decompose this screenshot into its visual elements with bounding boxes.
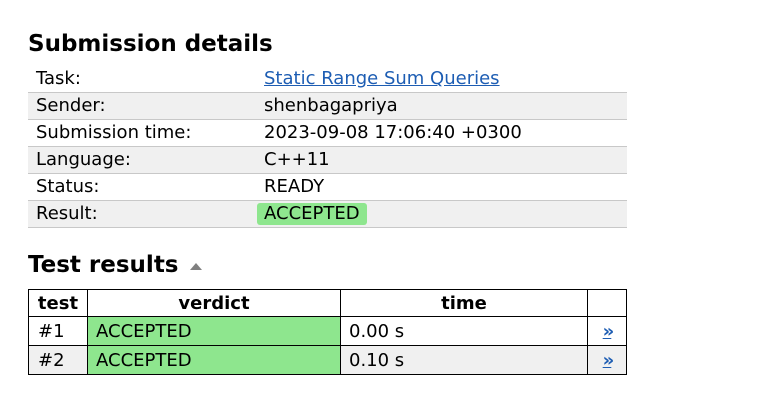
- sender-row: Sender: shenbagapriya: [28, 92, 627, 120]
- double-chevron-right-icon[interactable]: »: [603, 350, 615, 371]
- test-details-cell: »: [587, 316, 627, 346]
- column-header-test: test: [28, 289, 88, 317]
- test-results-heading[interactable]: Test results: [28, 251, 202, 279]
- test-time: 0.10 s: [340, 345, 588, 375]
- test-time: 0.00 s: [340, 316, 588, 346]
- column-header-verdict: verdict: [87, 289, 341, 317]
- column-header-link: [587, 289, 627, 317]
- submission-time-row: Submission time: 2023-09-08 17:06:40 +03…: [28, 119, 627, 147]
- sender-value: shenbagapriya: [256, 92, 627, 120]
- status-value: READY: [256, 173, 627, 201]
- test-details-cell: »: [587, 345, 627, 375]
- task-link[interactable]: Static Range Sum Queries: [264, 68, 500, 89]
- test-verdict: ACCEPTED: [87, 316, 341, 346]
- task-value: Static Range Sum Queries: [256, 66, 627, 93]
- status-row: Status: READY: [28, 173, 627, 201]
- submission-details-table: Task: Static Range Sum Queries Sender: s…: [28, 66, 627, 228]
- result-status-badge: ACCEPTED: [257, 203, 367, 225]
- result-label: Result:: [28, 200, 256, 228]
- language-row: Language: C++11: [28, 146, 627, 174]
- status-label: Status:: [28, 173, 256, 201]
- double-chevron-right-icon[interactable]: »: [603, 321, 615, 342]
- result-value: ACCEPTED: [256, 200, 627, 228]
- result-row: Result: ACCEPTED: [28, 200, 627, 228]
- language-value: C++11: [256, 146, 627, 174]
- test-results-title: Test results: [28, 252, 179, 278]
- test-verdict: ACCEPTED: [87, 345, 341, 375]
- column-header-time: time: [340, 289, 588, 317]
- test-number: #1: [28, 316, 88, 346]
- submission-time-label: Submission time:: [28, 119, 256, 147]
- submission-time-value: 2023-09-08 17:06:40 +0300: [256, 119, 627, 147]
- triangle-up-icon[interactable]: [189, 262, 202, 270]
- test-number: #2: [28, 345, 88, 375]
- sender-label: Sender:: [28, 92, 256, 120]
- submission-details-heading: Submission details: [28, 31, 273, 57]
- test-results-table: test verdict time #1 ACCEPTED 0.00 s » #…: [28, 289, 627, 375]
- test-results-header-row: test verdict time: [28, 289, 627, 317]
- task-label: Task:: [28, 66, 256, 93]
- table-row: #1 ACCEPTED 0.00 s »: [28, 316, 627, 346]
- table-row: #2 ACCEPTED 0.10 s »: [28, 345, 627, 375]
- language-label: Language:: [28, 146, 256, 174]
- task-row: Task: Static Range Sum Queries: [28, 66, 627, 93]
